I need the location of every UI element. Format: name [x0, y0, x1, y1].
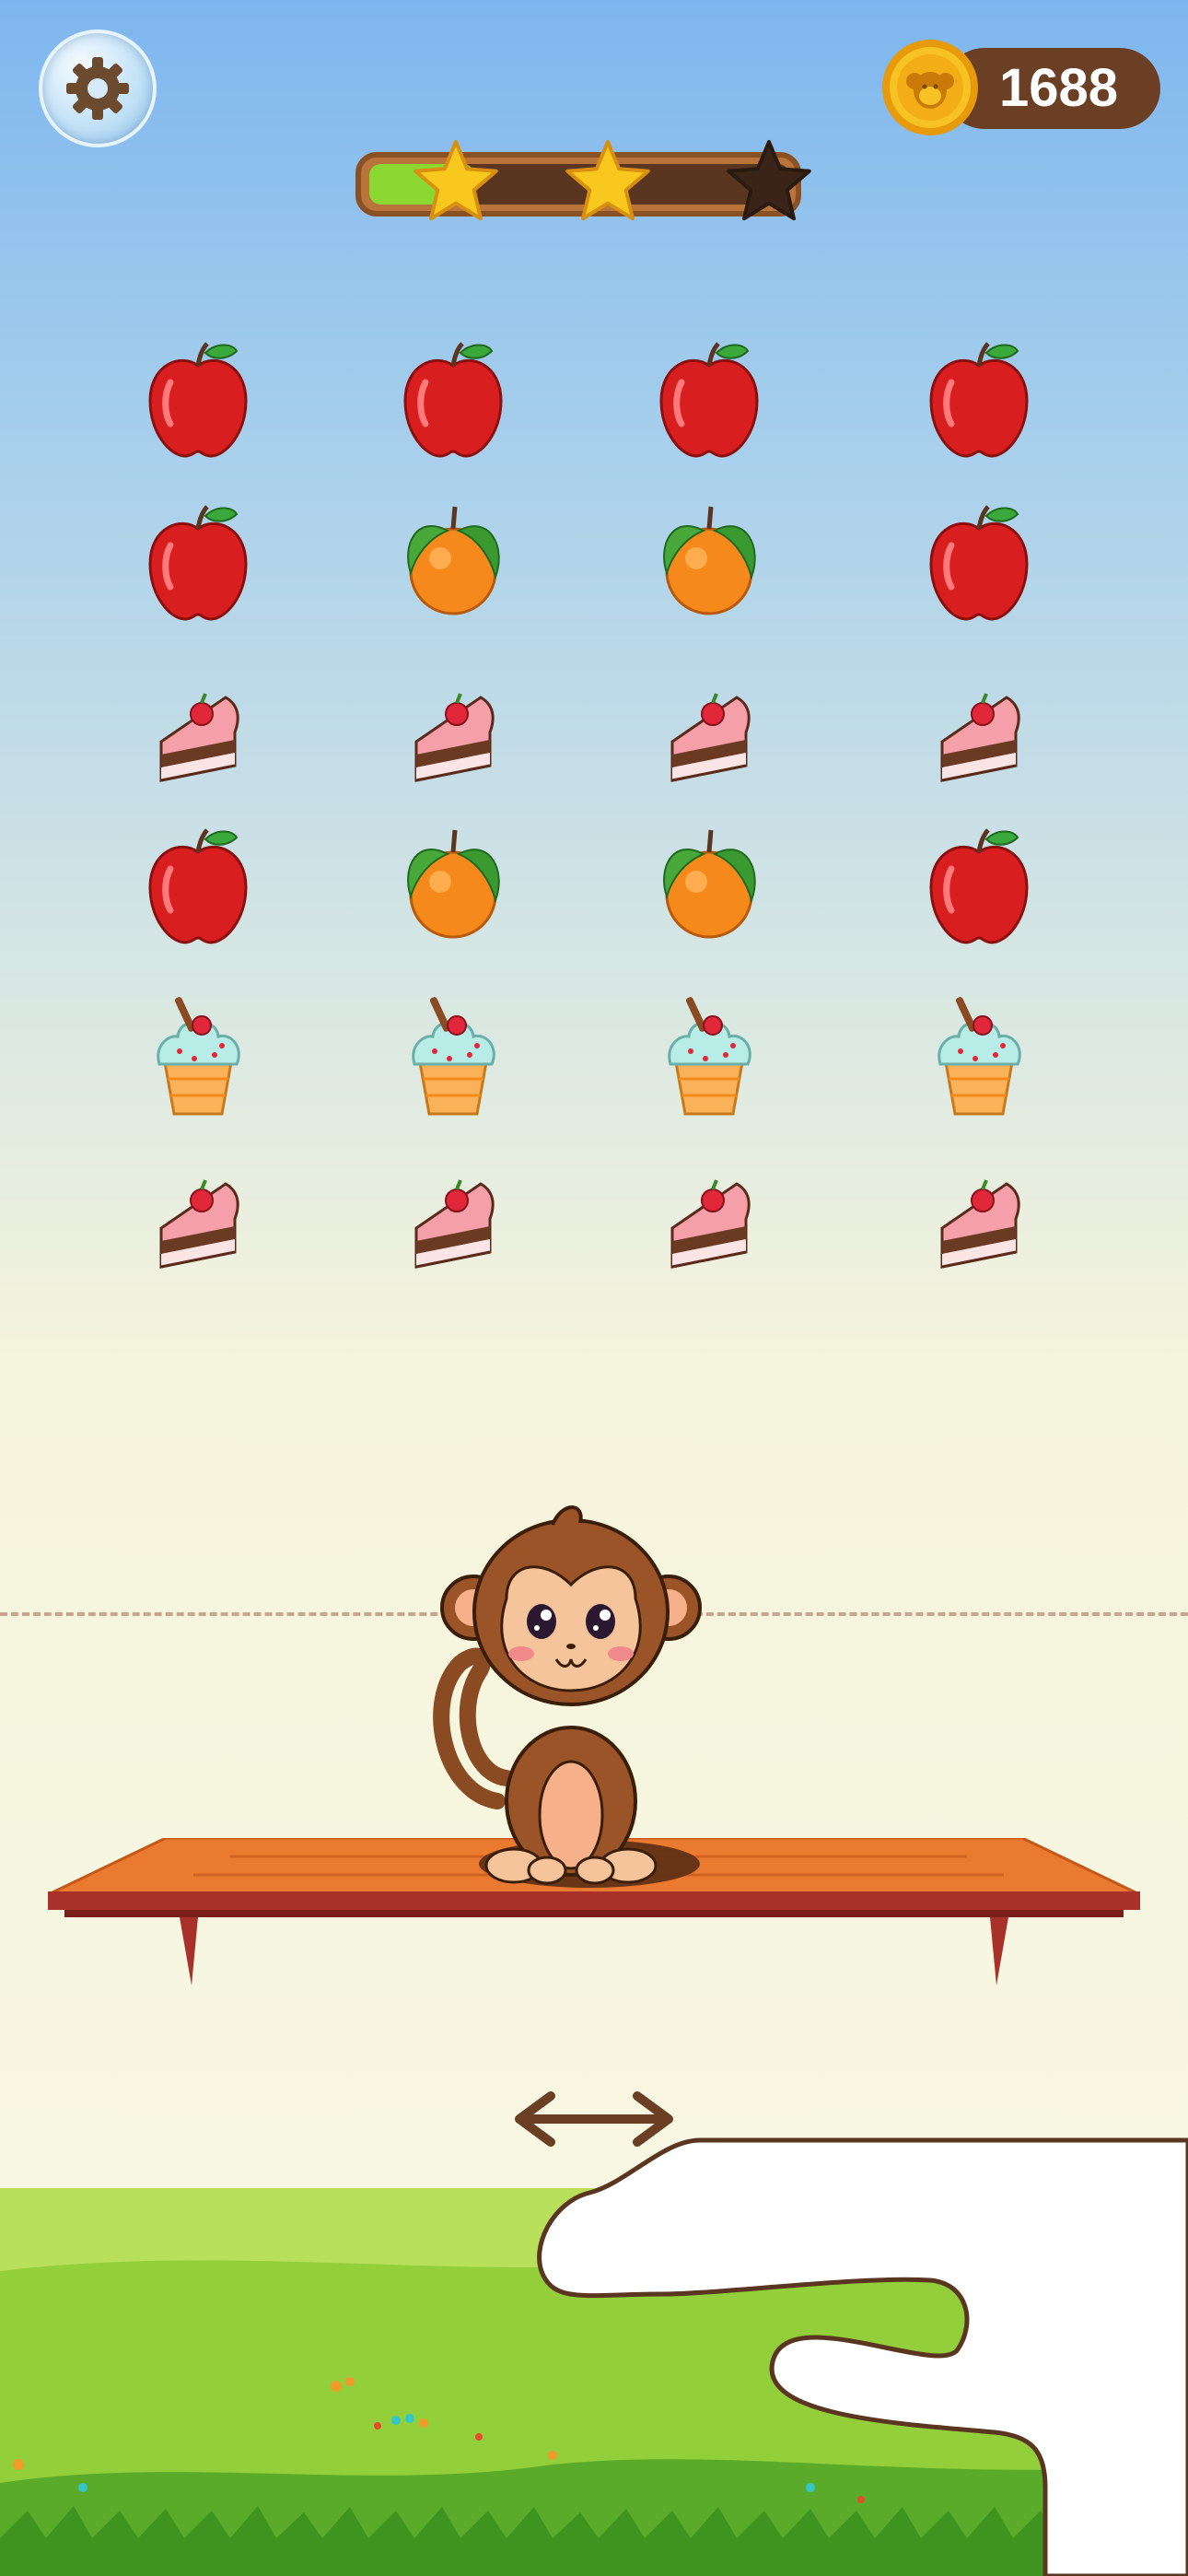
ice-cream-item [157, 994, 240, 1116]
orange-item [664, 507, 755, 614]
apple-item [931, 344, 1027, 456]
apple-item [150, 507, 246, 619]
cake-item [940, 692, 1021, 782]
apple-item [931, 507, 1027, 619]
monkey-player[interactable] [433, 1497, 709, 1893]
apple-item [405, 344, 501, 456]
ice-cream-item [668, 994, 751, 1116]
orange-item [408, 507, 499, 614]
orange-item [664, 830, 755, 937]
apple-item [150, 344, 246, 456]
cake-item [670, 692, 751, 782]
cake-item [159, 692, 240, 782]
cake-item [414, 1178, 495, 1269]
cake-item [940, 1178, 1021, 1269]
apple-item [931, 830, 1027, 943]
ice-cream-item [412, 994, 495, 1116]
cake-item [414, 692, 495, 782]
ice-cream-item [938, 994, 1021, 1116]
apple-item [661, 344, 757, 456]
hand-pointer [537, 2137, 1188, 2576]
orange-item [408, 830, 499, 937]
cake-item [159, 1178, 240, 1269]
food-grid [0, 0, 1188, 1269]
apple-item [150, 830, 246, 943]
cake-item [670, 1178, 751, 1269]
